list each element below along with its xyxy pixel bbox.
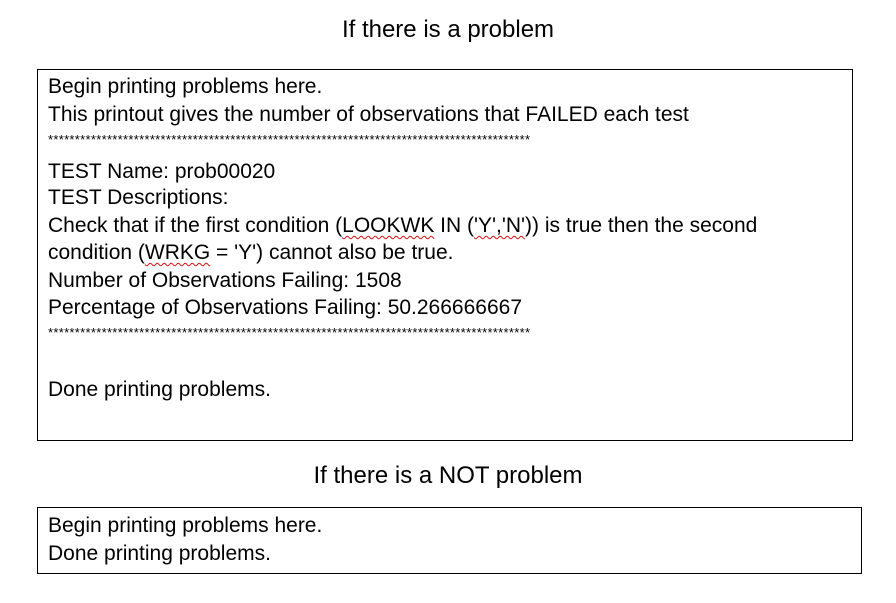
desc-yn-values: 'Y','N' [474,214,526,237]
descriptions-label: TEST Descriptions: [48,186,229,209]
test-name-label: TEST Name: [48,160,175,183]
failing-count: 1508 [354,269,402,292]
desc-wrkg-var: WRKG [144,241,211,264]
no-problem-done-line: Done printing problems. [48,542,271,565]
intro-line: This printout gives the number of observ… [48,103,689,126]
percentage-line: Percentage of Observations Failing: 50.2… [48,295,522,321]
no-problem-begin-line: Begin printing problems here. [48,514,323,537]
description-line-2: condition (WRKG = 'Y') cannot also be tr… [48,240,453,266]
test-name-value: prob00020 [174,160,276,183]
failing-label: Number of Observations Failing: [48,269,355,292]
no-problem-output-box: Begin printing problems here. Done print… [37,507,862,574]
problem-heading: If there is a problem [341,16,555,43]
test-name-line: TEST Name: prob00020 [48,159,275,185]
desc2-text-c: = 'Y') cannot also be true. [210,241,454,264]
description-line-1: Check that if the first condition (LOOKW… [48,213,757,239]
no-problem-heading: If there is a NOT problem [313,462,583,489]
percentage-label: Percentage of Observations Failing: [48,296,388,319]
desc-text-c: IN ( [434,214,474,237]
separator-bottom: ****************************************… [48,325,531,340]
desc-text-a: Check that if the first condition ( [48,214,343,237]
percentage-value: 50.266666667 [387,296,522,319]
failing-count-line: Number of Observations Failing: 1508 [48,268,402,294]
begin-line: Begin printing problems here. [48,75,323,98]
done-line: Done printing problems. [48,378,271,401]
desc-text-e: )) is true then the second [525,214,758,237]
desc-lookwk-var: LOOKWK [342,214,435,237]
separator-top: ****************************************… [48,132,531,147]
problem-output-box: Begin printing problems here. This print… [37,69,853,441]
desc2-text-a: condition ( [48,241,145,264]
